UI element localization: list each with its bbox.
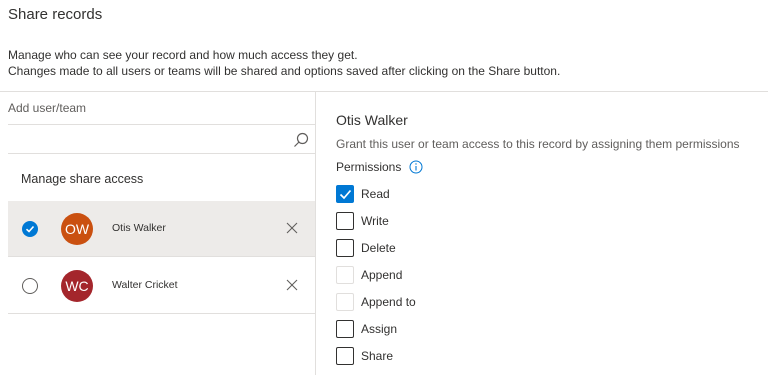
permissions-pane: Otis Walker Grant this user or team acce… [336,92,768,375]
avatar: OW [61,213,93,245]
description-line-2: Changes made to all users or teams will … [8,64,561,78]
user-row[interactable]: WC Walter Cricket [8,258,315,314]
permission-label: Append [361,268,403,282]
manage-share-access-label: Manage share access [21,172,144,186]
permission-delete[interactable]: Delete [336,239,536,259]
permission-label: Append to [361,295,416,309]
delete-checkbox[interactable] [336,239,354,257]
permission-label: Read [361,187,390,201]
permission-assign[interactable]: Assign [336,320,536,340]
user-row[interactable]: OW Otis Walker [8,201,315,257]
permission-append-to: Append to [336,293,536,313]
checkmark-icon [339,189,352,200]
permissions-label: Permissions [336,160,402,174]
permission-write[interactable]: Write [336,212,536,232]
checkmark-icon [25,225,35,233]
permission-label: Write [361,214,389,228]
add-user-search-input[interactable] [8,124,315,154]
permission-label: Assign [361,322,398,336]
user-select-radio[interactable] [22,221,38,237]
user-name: Walter Cricket [112,279,178,291]
append-to-checkbox [336,293,354,311]
permission-label: Delete [361,241,396,255]
user-name: Otis Walker [112,222,166,234]
write-checkbox[interactable] [336,212,354,230]
info-icon[interactable] [409,160,423,174]
append-checkbox [336,266,354,284]
user-list-pane: Add user/team Manage share access OW Oti… [0,92,316,375]
search-icon[interactable] [293,132,309,148]
permission-read[interactable]: Read [336,185,536,205]
share-checkbox[interactable] [336,347,354,365]
close-icon[interactable] [285,221,299,235]
dialog-description: Manage who can see your record and how m… [8,47,560,79]
permission-label: Share [361,349,394,363]
dialog-title: Share records [8,6,103,23]
assign-checkbox[interactable] [336,320,354,338]
read-checkbox[interactable] [336,185,354,203]
selected-user-name: Otis Walker [336,112,408,128]
description-line-1: Manage who can see your record and how m… [8,48,358,62]
grant-description: Grant this user or team access to this r… [336,137,740,151]
permission-share[interactable]: Share [336,347,536,367]
add-user-label: Add user/team [8,101,87,115]
avatar: WC [61,270,93,302]
user-select-radio[interactable] [22,278,38,294]
permission-append: Append [336,266,536,286]
close-icon[interactable] [285,278,299,292]
